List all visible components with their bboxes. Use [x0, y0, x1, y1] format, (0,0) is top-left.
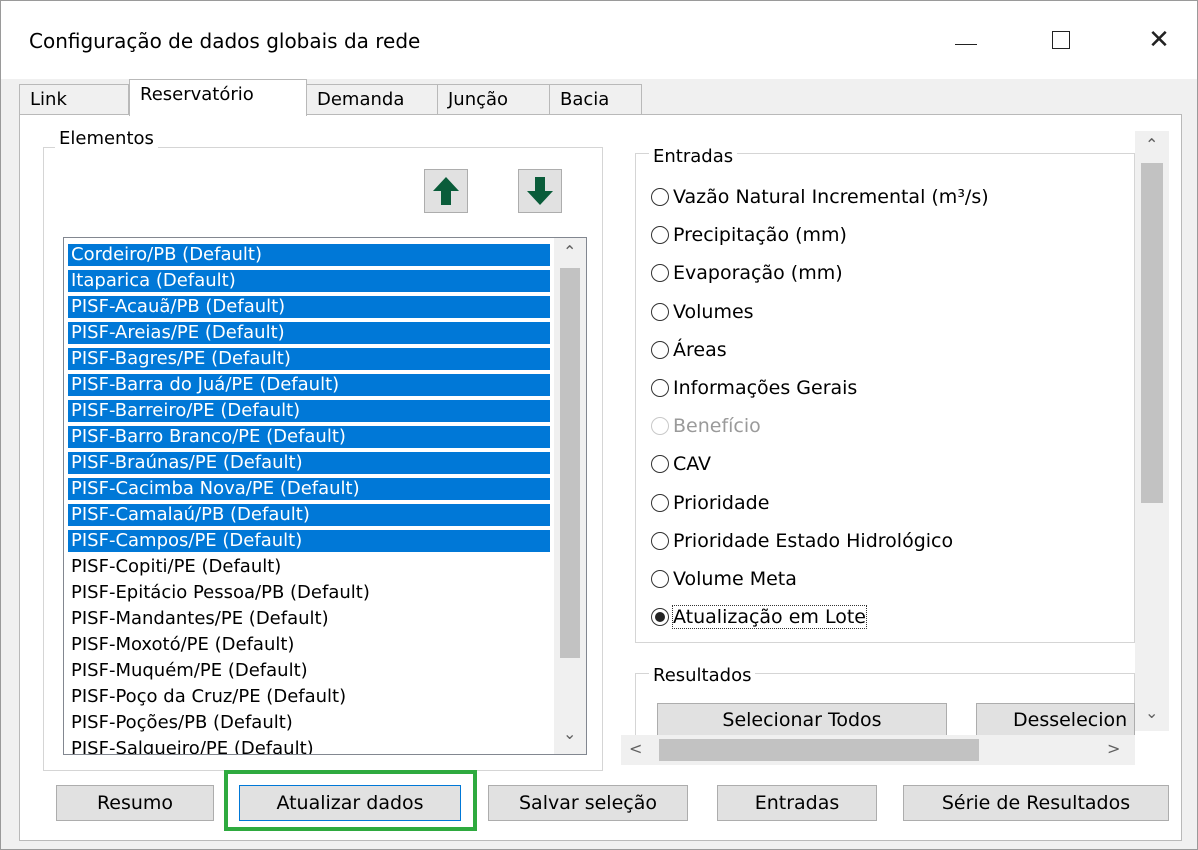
panel-vertical-scrollbar[interactable]: ⌃ ⌄ — [1135, 131, 1169, 731]
window-title: Configuração de dados globais da rede — [29, 29, 421, 53]
list-item[interactable]: PISF-Barreiro/PE (Default) — [68, 400, 550, 422]
list-item[interactable]: PISF-Mandantes/PE (Default) — [68, 608, 332, 630]
highlight-box — [224, 770, 477, 831]
list-item[interactable]: PISF-Bagres/PE (Default) — [68, 348, 550, 370]
radio-label: Evaporação (mm) — [673, 262, 843, 285]
select-all-button[interactable]: Selecionar Todos — [657, 703, 947, 735]
radio-unchecked-icon — [651, 417, 669, 436]
radio-label: Vazão Natural Incremental (m³/s) — [673, 186, 989, 208]
panel-horizontal-scrollbar[interactable]: < > — [621, 735, 1135, 765]
radio-unchecked-icon — [651, 455, 669, 474]
move-up-button[interactable] — [424, 169, 468, 213]
move-down-button[interactable] — [518, 169, 562, 213]
tab-demanda[interactable]: Demanda — [306, 84, 438, 115]
list-item[interactable]: PISF-Cacimba Nova/PE (Default) — [68, 478, 550, 500]
list-item[interactable]: PISF-Barra do Juá/PE (Default) — [68, 374, 550, 396]
radio-option[interactable]: Vazão Natural Incremental (m³/s) — [651, 182, 989, 212]
elementos-label: Elementos — [55, 128, 158, 149]
radio-label: Prioridade — [673, 491, 770, 514]
list-item[interactable]: PISF-Moxotó/PE (Default) — [68, 634, 297, 656]
maximize-button[interactable] — [1031, 15, 1091, 65]
close-icon: ✕ — [1148, 25, 1170, 55]
maximize-icon — [1052, 31, 1070, 49]
tab-bacia[interactable]: Bacia — [549, 84, 642, 115]
radio-label: Atualização em Lote — [672, 605, 867, 630]
panel-scroll-down-icon[interactable]: ⌄ — [1145, 703, 1158, 722]
radio-unchecked-icon — [651, 302, 669, 321]
minimize-button[interactable] — [936, 15, 996, 65]
radio-option: Benefício — [651, 411, 761, 441]
radio-option[interactable]: Prioridade Estado Hidrológico — [651, 526, 953, 556]
radio-label: Prioridade Estado Hidrológico — [673, 529, 954, 552]
radio-option[interactable]: Volumes — [651, 297, 754, 327]
deselect-all-button[interactable]: Desselecion — [976, 703, 1135, 735]
panel-hscroll-thumb[interactable] — [659, 739, 979, 761]
tab-strip: Link Reservatório Demanda Junção Bacia — [19, 79, 1179, 116]
radio-checked-icon — [651, 608, 669, 627]
entradas-label: Entradas — [649, 146, 738, 167]
radio-option[interactable]: Volume Meta — [651, 564, 797, 594]
radio-label: Áreas — [673, 338, 727, 361]
list-item[interactable]: PISF-Camalaú/PB (Default) — [68, 504, 550, 526]
panel-scroll-left-icon[interactable]: < — [629, 739, 642, 758]
radio-label: Precipitação (mm) — [673, 224, 847, 247]
radio-label: Informações Gerais — [673, 377, 858, 399]
radio-unchecked-icon — [651, 340, 669, 359]
tab-juncao[interactable]: Junção — [437, 84, 550, 115]
radio-unchecked-icon — [651, 379, 669, 397]
tab-link[interactable]: Link — [19, 84, 129, 115]
list-item[interactable]: PISF-Salgueiro/PE (Default) — [68, 738, 317, 754]
scroll-up-icon[interactable]: ⌃ — [563, 242, 576, 261]
radio-option[interactable]: Atualização em Lote — [651, 602, 867, 632]
list-item[interactable]: PISF-Braúnas/PE (Default) — [68, 452, 550, 474]
radio-option[interactable]: CAV — [651, 449, 711, 479]
radio-option[interactable]: Precipitação (mm) — [651, 220, 847, 250]
list-item[interactable]: Cordeiro/PB (Default) — [68, 244, 550, 266]
radio-option[interactable]: Informações Gerais — [651, 373, 857, 403]
radio-label: Benefício — [673, 415, 761, 438]
radio-option[interactable]: Evaporação (mm) — [651, 258, 843, 288]
arrow-up-icon — [433, 177, 459, 205]
list-item[interactable]: PISF-Poções/PB (Default) — [68, 712, 296, 734]
list-item[interactable]: PISF-Copiti/PE (Default) — [68, 556, 284, 578]
radio-unchecked-icon — [651, 226, 669, 245]
list-item[interactable]: PISF-Epitácio Pessoa/PB (Default) — [68, 582, 373, 604]
resultados-label: Resultados — [649, 665, 756, 686]
tab-reservatorio[interactable]: Reservatório — [129, 79, 307, 116]
list-item[interactable]: PISF-Campos/PE (Default) — [68, 530, 550, 552]
radio-unchecked-icon — [651, 531, 669, 550]
radio-option[interactable]: Áreas — [651, 335, 727, 365]
serie-resultados-button[interactable]: Série de Resultados — [903, 785, 1169, 821]
radio-label: CAV — [673, 453, 712, 476]
radio-unchecked-icon — [651, 570, 669, 588]
panel-scroll-up-icon[interactable]: ⌃ — [1145, 135, 1158, 154]
scroll-down-icon[interactable]: ⌄ — [563, 724, 576, 743]
list-item[interactable]: PISF-Muquém/PE (Default) — [68, 660, 311, 682]
title-bar: Configuração de dados globais da rede ✕ — [1, 1, 1197, 79]
panel-scroll-right-icon[interactable]: > — [1107, 739, 1120, 758]
radio-label: Volumes — [673, 300, 754, 323]
resumo-button[interactable]: Resumo — [56, 785, 214, 821]
radio-dot — [655, 612, 665, 623]
list-item[interactable]: PISF-Areias/PE (Default) — [68, 322, 550, 344]
list-item[interactable]: Itaparica (Default) — [68, 270, 550, 292]
list-item[interactable]: PISF-Acauã/PB (Default) — [68, 296, 550, 318]
radio-option[interactable]: Prioridade — [651, 488, 769, 518]
list-item[interactable]: PISF-Barro Branco/PE (Default) — [68, 426, 550, 448]
arrow-down-icon — [527, 177, 553, 205]
list-scroll-thumb[interactable] — [560, 268, 580, 658]
radio-unchecked-icon — [651, 188, 669, 206]
entradas-button[interactable]: Entradas — [717, 785, 877, 821]
list-vertical-scrollbar[interactable]: ⌃ ⌄ — [554, 238, 586, 754]
elementos-listbox[interactable]: Cordeiro/PB (Default) Itaparica (Default)… — [63, 237, 587, 755]
radio-label: Volume Meta — [673, 568, 797, 590]
radio-unchecked-icon — [651, 264, 669, 283]
minimize-icon — [955, 43, 977, 45]
close-button[interactable]: ✕ — [1129, 15, 1189, 65]
radio-unchecked-icon — [651, 493, 669, 512]
panel-vscroll-thumb[interactable] — [1141, 163, 1163, 503]
list-item[interactable]: PISF-Poço da Cruz/PE (Default) — [68, 686, 349, 708]
salvar-selecao-button[interactable]: Salvar seleção — [488, 785, 688, 821]
dialog-window: Configuração de dados globais da rede ✕ … — [0, 0, 1198, 850]
